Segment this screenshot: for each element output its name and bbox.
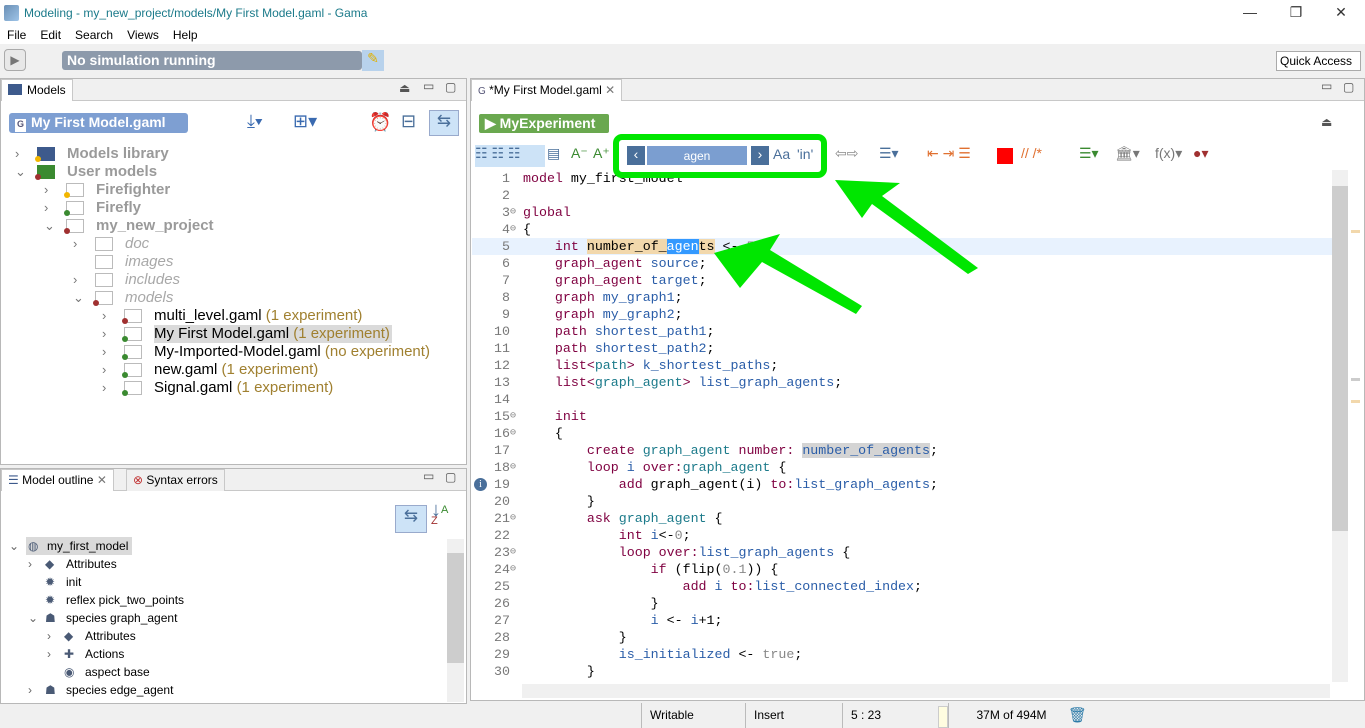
trash-icon[interactable]: 🗑 <box>1068 706 1087 724</box>
status-insert-mode: Insert <box>745 703 842 728</box>
arrow-to-selection <box>714 234 862 314</box>
status-writable: Writable <box>641 703 745 728</box>
find-bar-highlight <box>613 134 827 178</box>
annotation-overlay <box>613 134 978 314</box>
arrow-to-find-bar <box>835 180 978 274</box>
memory-bar <box>938 706 948 728</box>
status-cursor-position: 5 : 23 <box>842 703 937 728</box>
status-memory: 37M of 494M <box>948 703 1066 728</box>
